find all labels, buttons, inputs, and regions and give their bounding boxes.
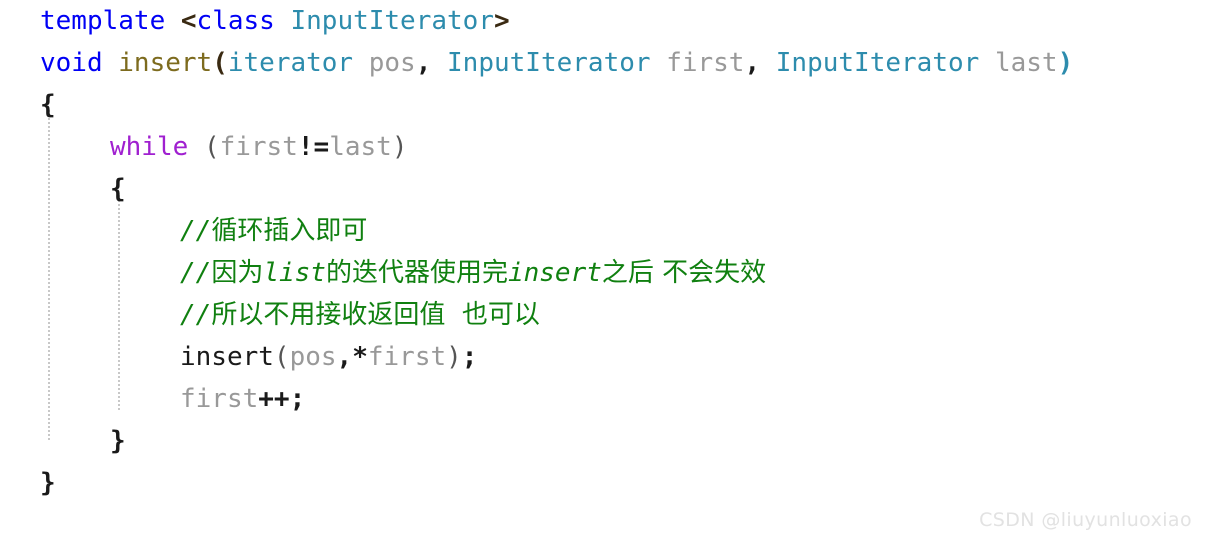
token-comment: list [263, 258, 326, 288]
code-line-4[interactable]: while (first!=last) [110, 126, 407, 168]
token-ident: first [180, 384, 259, 414]
code-line-5[interactable]: { [110, 168, 126, 210]
token-punct: != [297, 132, 330, 162]
token-punct: } [110, 426, 126, 456]
token-punct: , [415, 48, 432, 78]
token-ident: first [666, 48, 745, 78]
comment-text: 因为 [211, 258, 264, 288]
token-punct: , [744, 48, 761, 78]
token-type: InputIterator [290, 6, 494, 36]
token-control: while [110, 132, 189, 162]
token-parent: ) [1057, 48, 1074, 78]
token-comment-cjk: 循环插入即可 [211, 216, 367, 246]
token-punct: ; [461, 342, 478, 372]
token-keyword: void [40, 48, 103, 78]
token-ident: first [367, 342, 447, 372]
token-comment-cjk: 的迭代器使用完 [326, 258, 508, 288]
token-punct: * [352, 342, 368, 372]
indent-guide-1 [48, 110, 50, 440]
token-ident: pos [368, 48, 416, 78]
token-keyword: class [196, 6, 275, 36]
code-line-7[interactable]: //因为list的迭代器使用完insert之后 不会失效 [180, 252, 766, 294]
token-paren: ( [203, 132, 220, 162]
token-ident: last [329, 132, 392, 162]
token-punct: ++; [258, 384, 306, 414]
token-punct: } [40, 468, 56, 498]
csdn-watermark: CSDN @liuyunluoxiao [979, 509, 1192, 531]
token-keyword: template [40, 6, 166, 36]
token-comment: // [180, 300, 212, 330]
token-angle: > [493, 6, 510, 36]
code-line-3[interactable]: { [40, 84, 56, 126]
comment-text: 之后 不会失效 [601, 258, 767, 288]
token-paren: ) [391, 132, 408, 162]
code-line-2[interactable]: void insert(iterator pos, InputIterator … [40, 42, 1073, 84]
token-punct: { [40, 90, 56, 120]
token-ident: last [994, 48, 1058, 78]
token-ident: first [219, 132, 298, 162]
token-comment-cjk: 所以不用接收返回值 也可以 [211, 300, 540, 330]
token-ident: pos [289, 342, 337, 372]
token-paren: ) [446, 342, 462, 372]
token-comment: // [180, 258, 212, 288]
token-type: InputIterator [775, 48, 980, 78]
code-line-9[interactable]: insert(pos,*first); [180, 336, 477, 378]
indent-guide-2 [118, 195, 120, 410]
comment-text: 的迭代器使用完 [325, 258, 508, 288]
token-comment: insert [507, 258, 602, 288]
code-line-8[interactable]: //所以不用接收返回值 也可以 [180, 294, 540, 336]
token-type: iterator [227, 48, 354, 78]
comment-text: 循环插入即可 [211, 216, 368, 246]
code-screenshot: template <class InputIterator> void inser… [0, 0, 1206, 539]
token-angle: ( [212, 48, 228, 78]
code-line-12[interactable]: } [40, 462, 56, 504]
code-editor-surface[interactable]: template <class InputIterator> void inser… [0, 0, 1206, 539]
token-comment: // [180, 216, 212, 246]
code-line-6[interactable]: //循环插入即可 [180, 210, 367, 252]
code-line-1[interactable]: template <class InputIterator> [40, 0, 510, 42]
token-type: InputIterator [447, 48, 651, 78]
comment-text: 所以不用接收返回值 也可以 [211, 300, 540, 330]
token-paren: ( [273, 342, 290, 372]
token-func: insert [180, 342, 274, 372]
token-comment-cjk: 之后 不会失效 [602, 258, 766, 288]
code-line-10[interactable]: first++; [180, 378, 305, 420]
token-funcdecl: insert [118, 48, 213, 78]
token-angle: < [180, 6, 197, 36]
token-punct: { [110, 174, 126, 204]
token-punct: , [336, 342, 353, 372]
code-line-11[interactable]: } [110, 420, 126, 462]
token-comment-cjk: 因为 [211, 258, 263, 288]
